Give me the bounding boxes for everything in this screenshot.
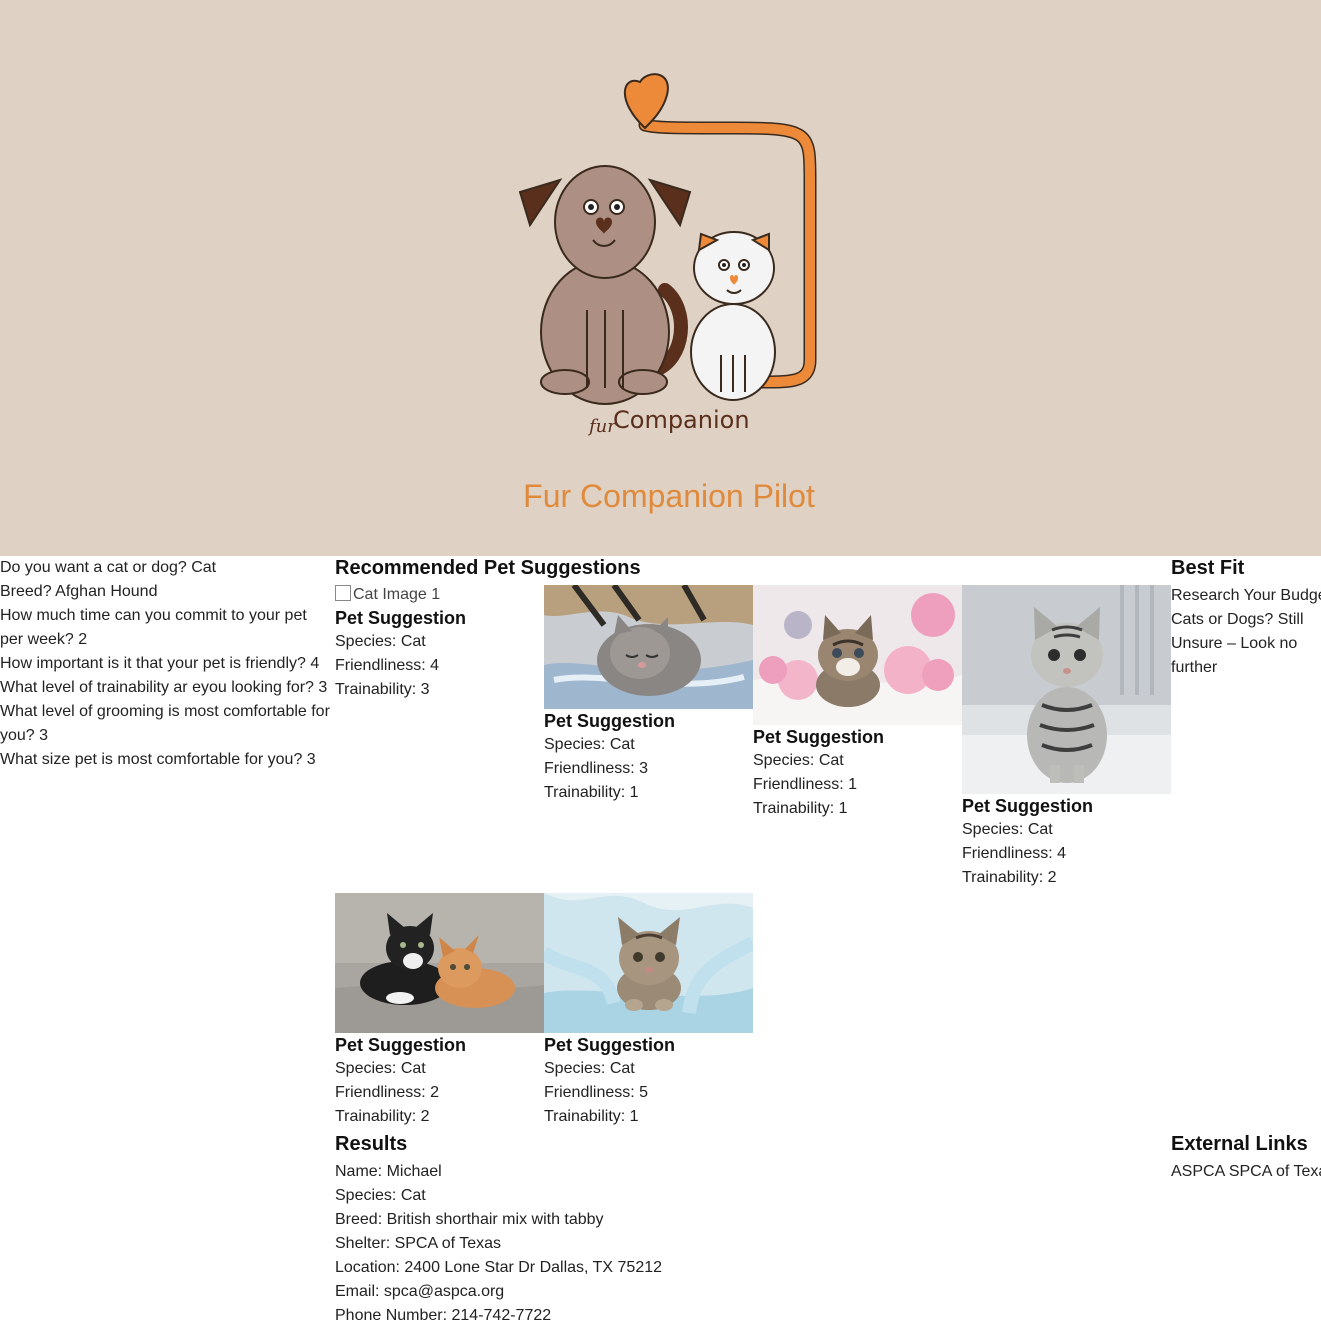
card-friendliness: Friendliness: 4 — [335, 657, 440, 674]
result-species: Species: Cat — [335, 1187, 426, 1204]
result-shelter: Shelter: SPCA of Texas — [335, 1235, 502, 1252]
answer-friendly: How important is it that your pet is fri… — [0, 655, 320, 672]
card-friendliness: Friendliness: 5 — [544, 1084, 649, 1101]
pet-suggestion-card[interactable]: Pet Suggestion Species: Cat Friendliness… — [544, 893, 753, 1129]
best-fit-link[interactable]: further — [1171, 656, 1321, 680]
result-email: Email: spca@aspca.org — [335, 1283, 505, 1300]
suggestions-heading: Recommended Pet Suggestions — [335, 557, 641, 579]
result-location: Location: 2400 Lone Star Dr Dallas, TX 7… — [335, 1259, 663, 1276]
card-species: Species: Cat — [544, 736, 635, 753]
pet-suggestion-card[interactable]: Cat Image 1 Pet Suggestion Species: Cat … — [335, 584, 544, 702]
best-fit-link[interactable]: Cats or Dogs? Still — [1171, 608, 1321, 632]
card-friendliness: Friendliness: 3 — [544, 760, 649, 777]
card-title: Pet Suggestion — [753, 727, 885, 747]
external-links-heading: External Links — [1171, 1133, 1308, 1155]
card-friendliness: Friendliness: 1 — [753, 776, 858, 793]
external-links-list: ASPCA SPCA of Texa — [1171, 1160, 1321, 1184]
card-trainability: Trainability: 1 — [544, 784, 639, 801]
card-trainability: Trainability: 2 — [962, 869, 1057, 886]
card-title: Pet Suggestion — [335, 1035, 467, 1055]
answer-time: How much time can you commit to your pet… — [0, 607, 307, 648]
card-title: Pet Suggestion — [544, 1035, 676, 1055]
site-title: Fur Companion Pilot — [523, 478, 815, 514]
result-phone: Phone Number: 214-742-7722 — [335, 1307, 552, 1324]
card-species: Species: Cat — [753, 752, 844, 769]
answer-size: What size pet is most comfortable for yo… — [0, 751, 316, 768]
right-sidebar: Best Fit Research Your Budge Cats or Dog… — [1171, 556, 1321, 1318]
results-section: Results Name: Michael Species: Cat Breed… — [335, 1132, 835, 1328]
card-friendliness: Friendliness: 4 — [962, 845, 1067, 862]
sleeping-kitten-photo — [544, 585, 753, 709]
card-trainability: Trainability: 1 — [753, 800, 848, 817]
pet-suggestion-card[interactable]: Pet Suggestion Species: Cat Friendliness… — [335, 893, 544, 1129]
card-species: Species: Cat — [335, 633, 426, 650]
pet-suggestion-card[interactable]: Pet Suggestion Species: Cat Friendliness… — [753, 585, 962, 821]
kitten-yarn-photo — [753, 585, 962, 725]
card-trainability: Trainability: 1 — [544, 1108, 639, 1125]
card-species: Species: Cat — [544, 1060, 635, 1077]
answer-trainability: What level of trainability ar eyou looki… — [0, 679, 328, 696]
card-title: Pet Suggestion — [962, 796, 1094, 816]
card-trainability: Trainability: 2 — [335, 1108, 430, 1125]
kitten-blanket-photo — [544, 893, 753, 1033]
spca-texas-link[interactable]: SPCA of Texa — [1229, 1163, 1321, 1180]
result-name: Name: Michael — [335, 1163, 442, 1180]
best-fit-link[interactable]: Unsure – Look no — [1171, 632, 1321, 656]
card-title: Pet Suggestion — [544, 711, 676, 731]
card-title: Pet Suggestion — [335, 608, 467, 628]
result-breed: Breed: British shorthair mix with tabby — [335, 1211, 604, 1228]
card-friendliness: Friendliness: 2 — [335, 1084, 440, 1101]
answer-grooming: What level of grooming is most comfortab… — [0, 703, 330, 744]
card-trainability: Trainability: 3 — [335, 681, 430, 698]
two-kittens-photo — [335, 893, 544, 1033]
answer-breed: Breed? Afghan Hound — [0, 583, 158, 600]
broken-image-icon: Cat Image 1 — [335, 584, 544, 606]
pet-suggestion-card[interactable]: Pet Suggestion Species: Cat Friendliness… — [544, 585, 753, 805]
aspca-link[interactable]: ASPCA — [1171, 1163, 1224, 1180]
best-fit-link[interactable]: Research Your Budge — [1171, 584, 1321, 608]
svg-text:Companion: Companion — [613, 406, 750, 434]
questionnaire-answers: Do you want a cat or dog? Cat Breed? Afg… — [0, 556, 334, 772]
silver-tabby-kitten-photo — [962, 585, 1171, 794]
best-fit-heading: Best Fit — [1171, 557, 1245, 579]
answer-species: Do you want a cat or dog? Cat — [0, 559, 217, 576]
fur-companion-logo: fur Companion — [518, 73, 817, 437]
results-heading: Results — [335, 1133, 408, 1155]
card-species: Species: Cat — [962, 821, 1053, 838]
pet-suggestion-card[interactable]: Pet Suggestion Species: Cat Friendliness… — [962, 585, 1171, 890]
site-header: fur Companion Fur Companion Pilot — [0, 0, 1321, 556]
card-species: Species: Cat — [335, 1060, 426, 1077]
